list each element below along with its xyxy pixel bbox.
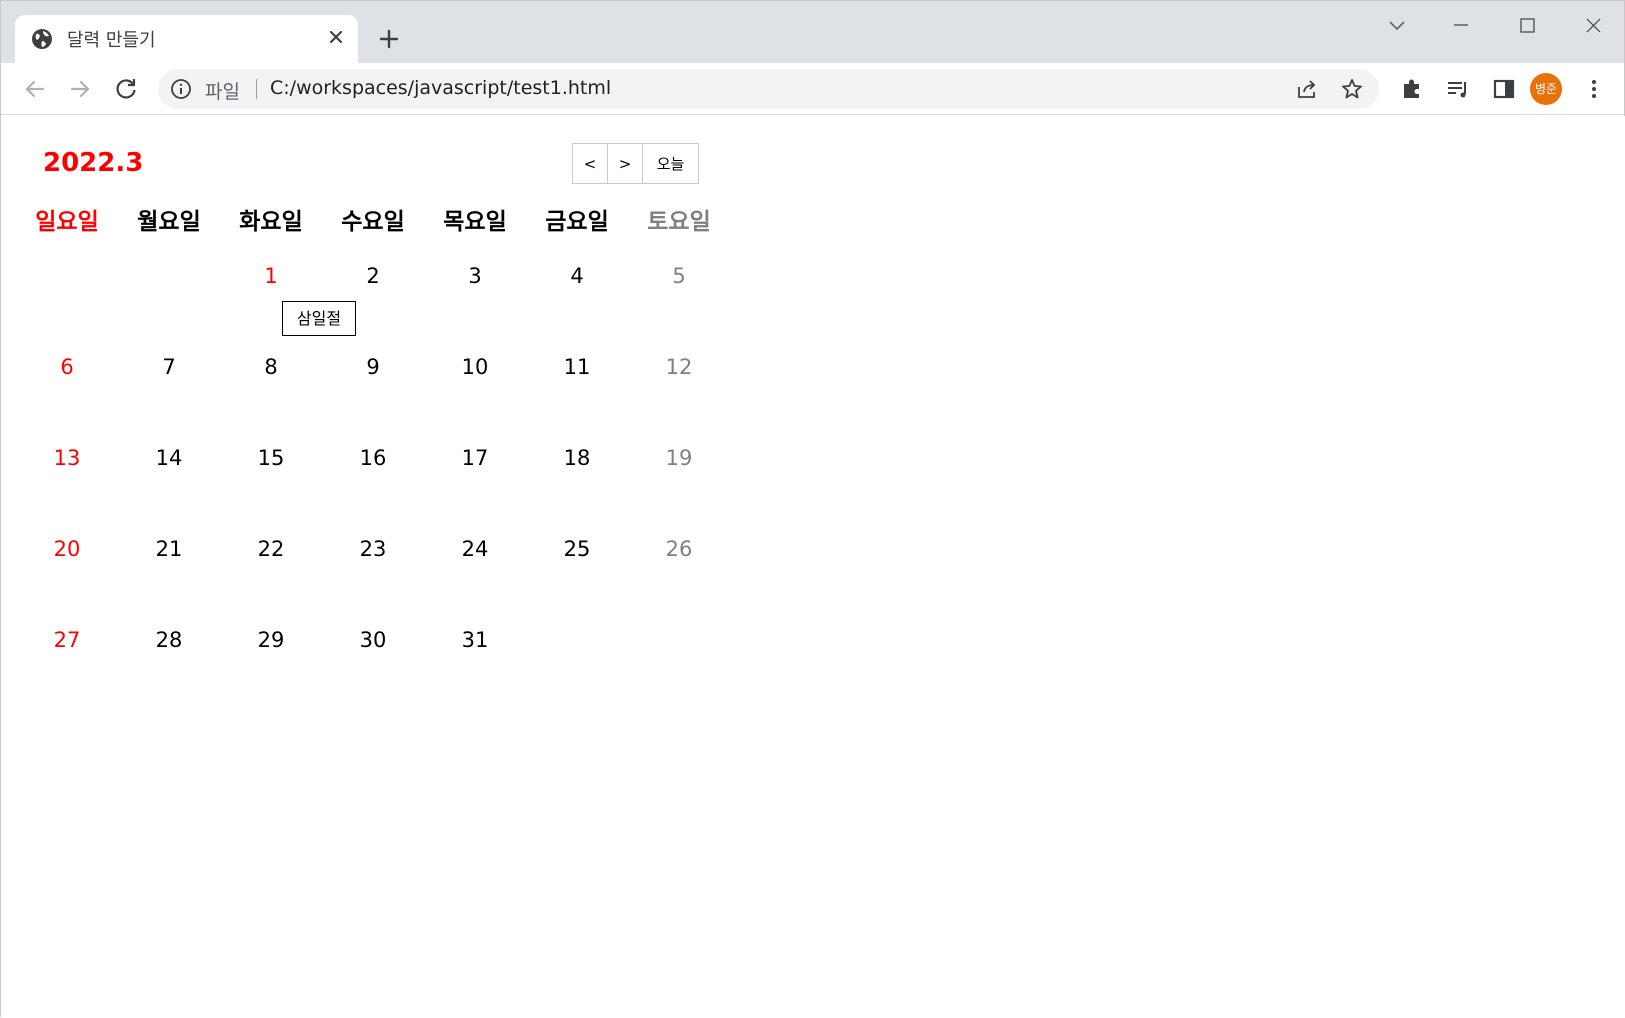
day-cell[interactable]: 3 [424,264,526,288]
back-icon[interactable] [21,75,49,103]
day-cell[interactable]: 2 [322,264,424,288]
new-tab-icon[interactable] [375,25,403,53]
profile-avatar[interactable]: 병준 [1530,73,1562,105]
weekday-label: 수요일 [341,209,405,235]
day-cell[interactable]: 9 [322,355,424,379]
day-cell[interactable]: 19 [628,446,730,470]
weekday-label: 목요일 [443,209,507,235]
extensions-puzzle-icon[interactable] [1398,75,1426,103]
page-content: 2022.3 < > 오늘 일요일 월요일 화요일 수요일 목요일 금요일 토요일 1234… [1,116,1625,1018]
day-cell[interactable]: 26 [628,537,730,561]
browser-window: 달력 만들기 파일 C:/workspaces/javascript/test1… [0,0,1625,1018]
calendar-nav: < > 오늘 [572,143,699,184]
day-cell[interactable]: 15 [220,446,322,470]
day-cell[interactable]: 25 [526,537,628,561]
day-cell[interactable]: 13 [16,446,118,470]
url-text[interactable]: C:/workspaces/javascript/test1.html [270,77,611,99]
day-cell[interactable]: 21 [118,537,220,561]
day-cell[interactable]: 27 [16,628,118,652]
browser-toolbar: 파일 C:/workspaces/javascript/test1.html 병… [1,63,1624,115]
weekday-label: 화요일 [239,209,303,235]
more-menu-icon[interactable] [1580,75,1608,103]
reading-list-icon[interactable] [1444,75,1472,103]
day-cell[interactable]: 20 [16,537,118,561]
chevron-down-icon[interactable] [1377,11,1417,41]
forward-icon[interactable] [66,75,94,103]
day-cell[interactable]: 28 [118,628,220,652]
day-cell[interactable]: 16 [322,446,424,470]
side-panel-icon[interactable] [1490,75,1518,103]
address-bar[interactable]: 파일 C:/workspaces/javascript/test1.html [158,69,1379,109]
day-cell[interactable]: 18 [526,446,628,470]
url-scheme-label: 파일 [205,81,240,103]
day-cell[interactable]: 7 [118,355,220,379]
weekday-label: 토요일 [647,209,711,235]
bookmark-star-icon[interactable] [1340,77,1364,101]
day-cell[interactable]: 14 [118,446,220,470]
reload-icon[interactable] [112,75,140,103]
url-separator [256,79,257,99]
day-cell[interactable]: 22 [220,537,322,561]
day-cell[interactable]: 12 [628,355,730,379]
prev-month-button[interactable]: < [572,143,608,184]
day-cell[interactable]: 10 [424,355,526,379]
day-cell[interactable]: 29 [220,628,322,652]
share-icon[interactable] [1295,77,1319,101]
day-cell[interactable]: 11 [526,355,628,379]
day-cell[interactable]: 4 [526,264,628,288]
maximize-icon[interactable] [1507,11,1547,41]
close-icon[interactable] [323,24,349,50]
day-cell[interactable]: 31 [424,628,526,652]
browser-tab[interactable]: 달력 만들기 [15,15,358,63]
tab-strip: 달력 만들기 [1,1,1624,63]
next-month-button[interactable]: > [607,143,643,184]
holiday-label: 삼일절 [282,301,356,336]
day-cell-holiday[interactable]: 1 [220,264,322,288]
minimize-icon[interactable] [1441,11,1481,41]
day-cell[interactable]: 5 [628,264,730,288]
tab-title: 달력 만들기 [67,30,156,51]
weekday-label: 월요일 [137,209,201,235]
info-icon[interactable] [170,78,192,100]
day-cell[interactable]: 24 [424,537,526,561]
day-cell[interactable]: 8 [220,355,322,379]
weekday-label: 일요일 [35,209,99,235]
day-cell[interactable]: 17 [424,446,526,470]
today-button[interactable]: 오늘 [642,143,699,184]
day-cell[interactable]: 6 [16,355,118,379]
day-cell[interactable]: 23 [322,537,424,561]
day-cell[interactable]: 30 [322,628,424,652]
window-close-icon[interactable] [1573,11,1613,41]
calendar-title: 2022.3 [43,148,144,178]
globe-icon [32,29,52,49]
weekday-label: 금요일 [545,209,609,235]
